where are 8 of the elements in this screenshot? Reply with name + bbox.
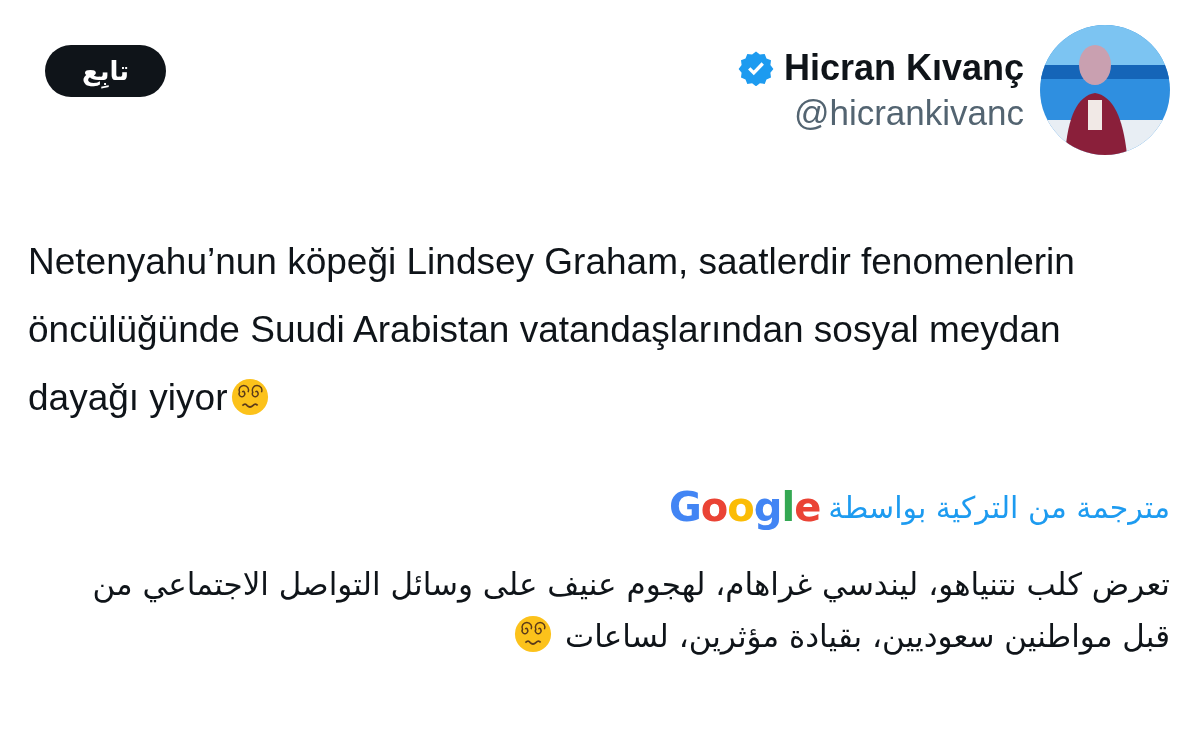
author-name[interactable]: Hicran Kıvanç <box>783 47 1024 89</box>
dizzy-face-icon <box>230 378 269 416</box>
tweet-text: Netenyahu’nun köpeği Lindsey Graham, saatlerdir fenomenlerin öncülüğünde Suudi Arabistan vatandaşlarından sosyal meydan dayağı yiyor <box>28 240 1076 420</box>
translator-logo: Google <box>669 484 821 530</box>
follow-button[interactable]: تابِع <box>45 45 166 97</box>
translated-text: تعرض كلب نتنياهو، ليندسي غراهام، لهجوم عنيف على وسائل التواصل الاجتماعي من قبل مواطنين سعوديين، بقيادة مؤثرين، لساعات <box>91 565 1170 657</box>
author-handle[interactable]: @hicrankivanc <box>793 93 1024 133</box>
dizzy-face-icon <box>514 615 553 653</box>
